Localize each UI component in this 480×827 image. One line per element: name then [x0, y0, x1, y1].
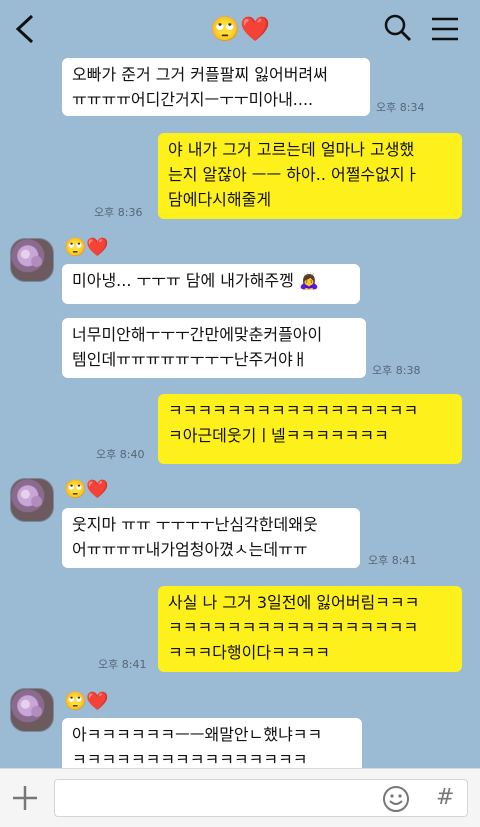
message-time: 오후 8:34 — [376, 101, 425, 114]
incoming-message[interactable]: 오빠가 준거 그거 커플팔찌 잃어버려써 ㅠㅠㅠㅠ어디간거지ㅡㅜㅜ미아내.... — [62, 58, 370, 116]
avatar[interactable] — [10, 688, 54, 732]
message-time: 오후 8:40 — [96, 448, 145, 461]
incoming-message[interactable]: 너무미안해ㅜㅜㅜ간만에맞춘커플아이 템인데ㅠㅠㅠㅠㅠㅜㅜㅜ난주거야ㅐ — [62, 318, 366, 378]
sender-name: 🙄❤️ — [64, 479, 109, 500]
outgoing-message[interactable]: ㅋㅋㅋㅋㅋㅋㅋㅋㅋㅋㅋㅋㅋㅋㅋㅋㅋ ㅋ아근데웃기ㅣ넬ㅋㅋㅋㅋㅋㅋㅋ — [158, 394, 462, 464]
hamburger-menu-icon[interactable] — [430, 16, 460, 42]
sender-name: 🙄❤️ — [64, 237, 109, 258]
chat-header: 🙄❤️ — [0, 0, 480, 58]
avatar[interactable] — [10, 478, 54, 522]
message-composer: # — [0, 768, 480, 827]
search-icon[interactable] — [384, 14, 412, 42]
incoming-message[interactable]: 아ㅋㅋㅋㅋㅋㅋㅡㅡ왜말안ㄴ했냐ㅋㅋ ㅋㅋㅋㅋㅋㅋㅋㅋㅋㅋㅋㅋㅋㅋㅋㅋ — [62, 718, 362, 768]
message-list[interactable]: 오빠가 준거 그거 커플팔찌 잃어버려써 ㅠㅠㅠㅠ어디간거지ㅡㅜㅜ미아내....… — [0, 58, 480, 768]
message-time: 오후 8:38 — [372, 364, 421, 377]
incoming-message[interactable]: 웃지마 ㅠㅠ ㅜㅜㅜㅜ난심각한데왜웃 어ㅠㅠㅠㅠ내가엄청아꼈ㅅ는데ㅠㅠ — [62, 508, 360, 568]
outgoing-message[interactable]: 사실 나 그거 3일전에 잃어버림ㅋㅋㅋ ㅋㅋㅋㅋㅋㅋㅋㅋㅋㅋㅋㅋㅋㅋㅋㅋㅋ ㅋ… — [158, 586, 462, 672]
outgoing-message[interactable]: 야 내가 그거 고르는데 얼마나 고생했 는지 알잖아 ㅡㅡ 하아.. 어쩔수없… — [158, 133, 462, 219]
plus-icon[interactable] — [10, 783, 40, 813]
message-time: 오후 8:36 — [94, 206, 143, 219]
message-time: 오후 8:41 — [368, 554, 417, 567]
emoji-icon[interactable] — [382, 785, 410, 813]
incoming-message[interactable]: 미아냉... ㅜㅜㅠ 담에 내가해주껭 🙇‍♀️ — [62, 264, 360, 304]
message-time: 오후 8:41 — [98, 658, 147, 671]
hashtag-button[interactable]: # — [436, 783, 454, 813]
avatar[interactable] — [10, 238, 54, 282]
sender-name: 🙄❤️ — [64, 691, 109, 712]
